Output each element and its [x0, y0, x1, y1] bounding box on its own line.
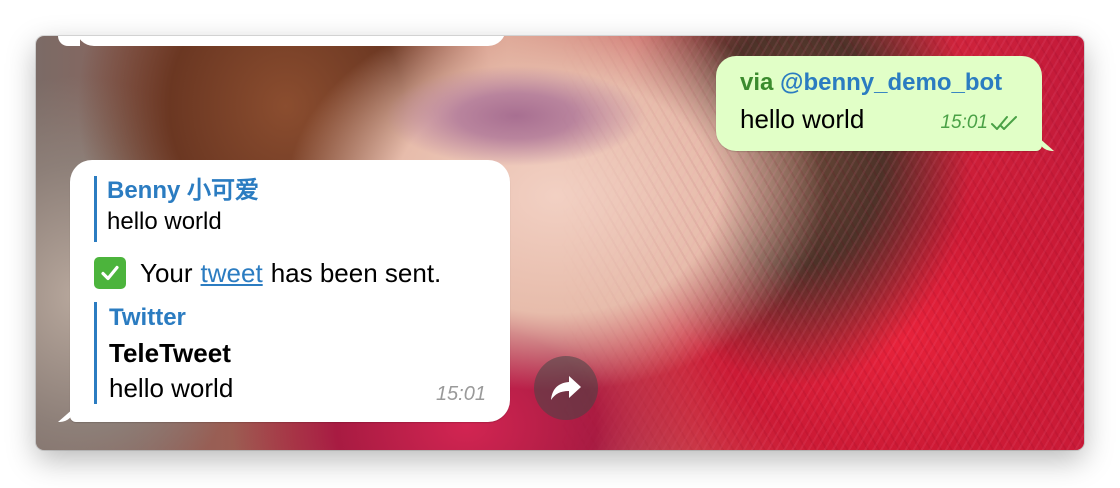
- reply-quote[interactable]: Benny 小可爱 hello world: [94, 176, 259, 242]
- bot-username-link[interactable]: @benny_demo_bot: [780, 69, 1002, 96]
- via-label: via: [740, 69, 774, 96]
- message-text: Your tweet has been sent.: [94, 257, 441, 289]
- chat-window: via @benny_demo_bot hello world 15:01 Be…: [36, 36, 1084, 450]
- message-text-after-link: has been sent.: [270, 257, 442, 288]
- outgoing-message-bubble[interactable]: via @benny_demo_bot hello world 15:01: [716, 56, 1054, 151]
- message-text-before-link: Your: [140, 257, 193, 288]
- reply-quote-text: hello world: [107, 208, 222, 235]
- link-preview-title: TeleTweet: [109, 338, 231, 368]
- link-preview-site-name: Twitter: [109, 304, 186, 331]
- share-arrow-icon: [551, 376, 581, 400]
- reply-author-name: Benny 小可爱: [107, 177, 260, 204]
- outgoing-message-meta: 15:01: [940, 112, 1020, 134]
- double-check-read-icon: [991, 116, 1017, 130]
- check-mark-icon: [94, 257, 126, 289]
- tweet-link[interactable]: tweet: [201, 258, 263, 289]
- outgoing-message-text: hello world: [740, 104, 865, 134]
- share-button[interactable]: [534, 356, 598, 420]
- previous-message-bubble[interactable]: [76, 36, 506, 46]
- incoming-message-time: 15:01: [435, 383, 486, 405]
- incoming-message-bubble[interactable]: Benny 小可爱 hello world Your tweet has bee…: [58, 160, 510, 422]
- link-preview-description: hello world: [109, 373, 234, 403]
- outgoing-message-time: 15:01: [940, 112, 988, 133]
- link-preview[interactable]: Twitter TeleTweet hello world: [94, 302, 409, 404]
- via-bot-line: via @benny_demo_bot: [740, 69, 1002, 97]
